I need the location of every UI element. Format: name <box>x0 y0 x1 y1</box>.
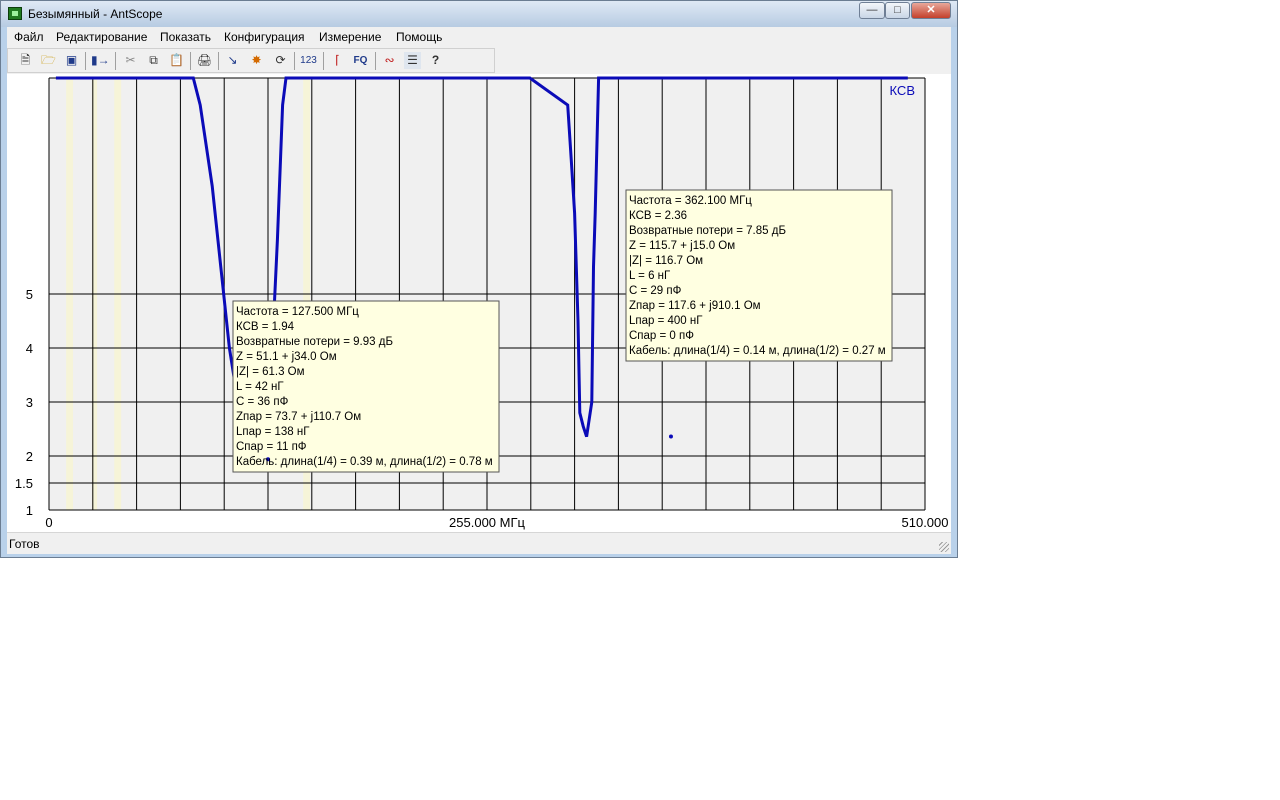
marker-tooltip-line: Частота = 127.500 МГц <box>236 306 359 318</box>
marker-tooltip-line: |Z| = 61.3 Ом <box>236 366 305 378</box>
swr-chart[interactable]: 1 1.5 2 3 4 5 0 255.000 МГц 510.000 КСВ Частота… <box>7 74 951 532</box>
y-tick-label: 1 <box>26 503 33 518</box>
x-tick-label: 510.000 <box>902 515 949 530</box>
marker-tooltip-line: Возвратные потери = 9.93 дБ <box>236 336 393 348</box>
marker-tooltip-line: Lпар = 138 нГ <box>236 426 310 438</box>
paste-icon[interactable]: 📋 <box>168 52 185 69</box>
toolbar-separator <box>115 52 116 70</box>
marker-tooltip-line: Кабель: длина(1/4) = 0.14 м, длина(1/2) … <box>629 345 886 357</box>
y-tick-label: 3 <box>26 395 33 410</box>
refresh-icon[interactable]: ⟳ <box>272 52 289 69</box>
menu-help[interactable]: Помощь <box>396 30 442 44</box>
copy-icon[interactable]: ⧉ <box>145 52 162 69</box>
marker-tooltip-line: Z = 51.1 + j34.0 Ом <box>236 351 337 363</box>
maximize-button[interactable]: □ <box>885 2 910 19</box>
marker-tooltip-line: КСВ = 1.94 <box>236 321 295 333</box>
marker-tooltip-line: |Z| = 116.7 Ом <box>629 255 703 267</box>
markers-icon[interactable]: ∾ <box>381 52 398 69</box>
open-folder-icon[interactable]: 🗁 <box>40 52 57 69</box>
x-tick-label: 0 <box>45 515 52 530</box>
export-icon[interactable]: ▮→ <box>91 52 110 69</box>
x-tick-labels: 0 255.000 МГц 510.000 <box>45 515 948 530</box>
frequency-icon[interactable]: FQ <box>352 52 369 69</box>
marker-tooltip-line: Zпар = 73.7 + j110.7 Ом <box>236 411 361 423</box>
marker-tooltip-line: Кабель: длина(1/4) = 0.39 м, длина(1/2) … <box>236 456 493 468</box>
y-tick-label: 1.5 <box>15 476 33 491</box>
close-button[interactable]: ✕ <box>911 2 951 19</box>
marker-tooltip-line: C = 29 пФ <box>629 285 682 297</box>
cut-icon[interactable]: ✂ <box>122 52 139 69</box>
marker-tooltip-line: C = 36 пФ <box>236 396 289 408</box>
y-tick-labels: 1 1.5 2 3 4 5 <box>15 287 33 518</box>
status-bar: Готов <box>7 532 951 554</box>
numeric-icon[interactable]: 123 <box>300 52 317 69</box>
toolbar-separator <box>323 52 324 70</box>
menu-view[interactable]: Показать <box>160 30 211 44</box>
menu-configuration[interactable]: Конфигурация <box>224 30 305 44</box>
y-tick-label: 2 <box>26 449 33 464</box>
menu-bar: Файл Редактирование Показать Конфигураци… <box>7 27 951 47</box>
toolbar: 🗎 🗁 ▣ ▮→ ✂ ⧉ 📋 🖨 ↘ ✸ ⟳ 123 ⌈ FQ ∾ ☰ ? <box>7 48 495 73</box>
menu-measurement[interactable]: Измерение <box>319 30 381 44</box>
menu-edit[interactable]: Редактирование <box>56 30 147 44</box>
chart-icon[interactable]: ↘ <box>224 52 241 69</box>
scan-icon[interactable]: ✸ <box>248 52 265 69</box>
marker-tooltip-line: L = 6 нГ <box>629 270 671 282</box>
toolbar-separator <box>85 52 86 70</box>
toolbar-separator <box>190 52 191 70</box>
marker-tooltip-line: Cпар = 0 пФ <box>629 330 694 342</box>
toolbar-separator <box>218 52 219 70</box>
x-tick-label: 255.000 МГц <box>449 515 525 530</box>
client-area: Файл Редактирование Показать Конфигураци… <box>7 27 951 554</box>
minimize-button[interactable]: — <box>859 2 885 19</box>
title-bar[interactable]: Безымянный - AntScope — □ ✕ <box>1 1 957 27</box>
menu-file[interactable]: Файл <box>14 30 44 44</box>
new-file-icon[interactable]: 🗎 <box>17 52 34 69</box>
notes-icon[interactable]: ☰ <box>404 52 421 69</box>
toolbar-separator <box>294 52 295 70</box>
marker-point <box>668 434 673 439</box>
help-icon[interactable]: ? <box>427 52 444 69</box>
marker-tooltip-line: Z = 115.7 + j15.0 Ом <box>629 240 735 252</box>
toolbar-separator <box>375 52 376 70</box>
chart-area[interactable]: 1 1.5 2 3 4 5 0 255.000 МГц 510.000 КСВ Частота… <box>7 74 951 532</box>
marker-tooltip-line: Zпар = 117.6 + j910.1 Ом <box>629 300 761 312</box>
print-icon[interactable]: 🖨 <box>196 52 213 69</box>
y-tick-label: 5 <box>26 287 33 302</box>
status-text: Готов <box>9 537 40 551</box>
y-tick-label: 4 <box>26 341 33 356</box>
marker-tooltip-line: Частота = 362.100 МГц <box>629 195 752 207</box>
save-icon[interactable]: ▣ <box>63 52 80 69</box>
antenna-icon[interactable]: ⌈ <box>329 52 346 69</box>
marker-tooltip-line: L = 42 нГ <box>236 381 284 393</box>
marker-tooltip-line: Возвратные потери = 7.85 дБ <box>629 225 786 237</box>
marker-tooltip-line: Cпар = 11 пФ <box>236 441 307 453</box>
marker-tooltip-line: Lпар = 400 нГ <box>629 315 703 327</box>
app-icon <box>8 7 22 20</box>
window-title: Безымянный - AntScope <box>28 7 163 21</box>
resize-grip-icon[interactable] <box>939 542 949 552</box>
app-window: Безымянный - AntScope — □ ✕ Файл Редакти… <box>0 0 958 558</box>
legend-label: КСВ <box>890 83 916 98</box>
marker-tooltip-line: КСВ = 2.36 <box>629 210 687 222</box>
